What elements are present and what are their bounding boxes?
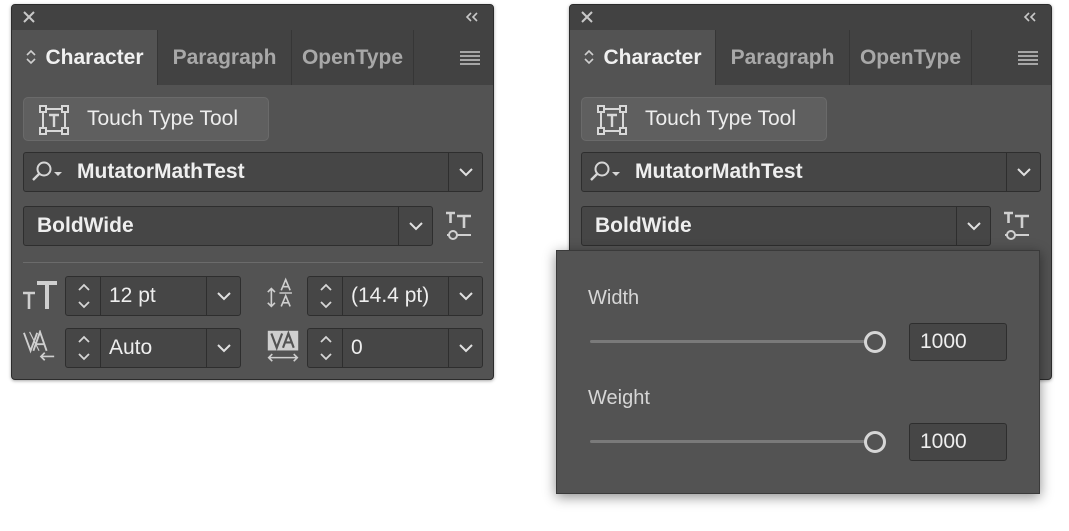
tab-order-icon <box>584 49 595 65</box>
kerning-icon <box>23 330 55 361</box>
font-family-dropdown[interactable] <box>448 153 482 191</box>
tab-opentype[interactable]: OpenType <box>292 30 414 85</box>
font-style-dropdown[interactable] <box>956 207 990 245</box>
tab-opentype[interactable]: OpenType <box>850 30 972 85</box>
font-family-value: MutatorMathTest <box>635 160 803 183</box>
tab-character[interactable]: Character <box>12 30 158 85</box>
tab-character-label: Character <box>45 46 144 69</box>
search-icon <box>590 161 620 181</box>
tab-bar: Character Paragraph OpenType <box>570 30 1051 85</box>
font-size-value: 12 pt <box>109 284 156 307</box>
leading-icon <box>267 277 292 308</box>
width-slider-knob[interactable] <box>864 331 886 353</box>
chevron-down-icon <box>459 168 473 177</box>
font-family-dropdown[interactable] <box>1006 153 1040 191</box>
font-family-value: MutatorMathTest <box>77 160 245 183</box>
weight-axis-label: Weight <box>588 387 650 409</box>
panel-titlebar[interactable] <box>570 5 1051 30</box>
tab-paragraph-label: Paragraph <box>172 46 277 69</box>
tracking-value: 0 <box>351 336 363 359</box>
chevron-down-icon <box>217 344 231 353</box>
leading-field[interactable]: (14.4 pt) <box>307 276 483 316</box>
tracking-icon <box>267 330 299 362</box>
close-icon[interactable] <box>21 9 37 25</box>
leading-dropdown[interactable] <box>448 277 482 315</box>
touch-type-tool-button[interactable]: Touch Type Tool <box>23 97 269 141</box>
kerning-value: Auto <box>109 336 153 359</box>
stepper-icon <box>320 335 332 361</box>
font-style-value: BoldWide <box>37 214 134 237</box>
tracking-dropdown[interactable] <box>448 329 482 367</box>
width-value-field[interactable]: 1000 <box>909 323 1007 361</box>
tracking-field[interactable]: 0 <box>307 328 483 368</box>
touch-type-icon <box>39 105 69 135</box>
touch-type-icon <box>597 105 627 135</box>
font-family-field[interactable]: MutatorMathTest <box>23 152 483 192</box>
variable-font-icon[interactable] <box>444 211 474 241</box>
font-family-field[interactable]: MutatorMathTest <box>581 152 1041 192</box>
stepper-icon <box>78 335 90 361</box>
tab-paragraph[interactable]: Paragraph <box>716 30 850 85</box>
variable-font-icon[interactable] <box>1002 211 1032 241</box>
tab-character[interactable]: Character <box>570 30 716 85</box>
panel-menu-icon[interactable] <box>1017 50 1039 66</box>
weight-slider-knob[interactable] <box>864 431 886 453</box>
font-style-field[interactable]: BoldWide <box>23 206 433 246</box>
weight-value-field[interactable]: 1000 <box>909 423 1007 461</box>
tab-paragraph-label: Paragraph <box>730 46 835 69</box>
character-panel-left: Character Paragraph OpenType Touch Type … <box>11 4 494 380</box>
touch-type-tool-button[interactable]: Touch Type Tool <box>581 97 827 141</box>
tracking-stepper[interactable] <box>308 329 343 367</box>
stage: Character Paragraph OpenType Touch Type … <box>0 0 1069 531</box>
font-style-field[interactable]: BoldWide <box>581 206 991 246</box>
width-slider-track[interactable] <box>590 340 875 343</box>
touch-type-tool-label: Touch Type Tool <box>87 107 238 130</box>
font-size-icon <box>23 281 57 309</box>
stepper-icon <box>320 283 332 309</box>
stepper-icon <box>78 283 90 309</box>
font-style-dropdown[interactable] <box>398 207 432 245</box>
font-size-field[interactable]: 12 pt <box>65 276 241 316</box>
weight-slider-track[interactable] <box>590 440 875 443</box>
kerning-dropdown[interactable] <box>206 329 240 367</box>
kerning-field[interactable]: Auto <box>65 328 241 368</box>
close-icon[interactable] <box>579 9 595 25</box>
leading-value: (14.4 pt) <box>351 284 430 307</box>
search-icon <box>32 161 62 181</box>
font-size-stepper[interactable] <box>66 277 101 315</box>
leading-stepper[interactable] <box>308 277 343 315</box>
panel-menu-icon[interactable] <box>459 50 481 66</box>
font-size-dropdown[interactable] <box>206 277 240 315</box>
chevron-down-icon <box>1017 168 1031 177</box>
chevron-down-icon <box>217 292 231 301</box>
width-axis-label: Width <box>588 287 640 309</box>
chevron-down-icon <box>967 222 981 231</box>
section-divider <box>23 262 483 263</box>
tab-bar: Character Paragraph OpenType <box>12 30 493 85</box>
collapse-icon[interactable] <box>463 10 481 24</box>
tab-opentype-label: OpenType <box>301 46 404 69</box>
chevron-down-icon <box>459 292 473 301</box>
panel-titlebar[interactable] <box>12 5 493 30</box>
collapse-icon[interactable] <box>1021 10 1039 24</box>
variable-font-popover: Width 1000 Weight 1000 <box>556 250 1040 494</box>
touch-type-tool-label: Touch Type Tool <box>645 107 796 130</box>
tab-order-icon <box>26 49 37 65</box>
tab-paragraph[interactable]: Paragraph <box>158 30 292 85</box>
tab-character-label: Character <box>603 46 702 69</box>
chevron-down-icon <box>459 344 473 353</box>
chevron-down-icon <box>409 222 423 231</box>
kerning-stepper[interactable] <box>66 329 101 367</box>
font-style-value: BoldWide <box>595 214 692 237</box>
tab-opentype-label: OpenType <box>859 46 962 69</box>
